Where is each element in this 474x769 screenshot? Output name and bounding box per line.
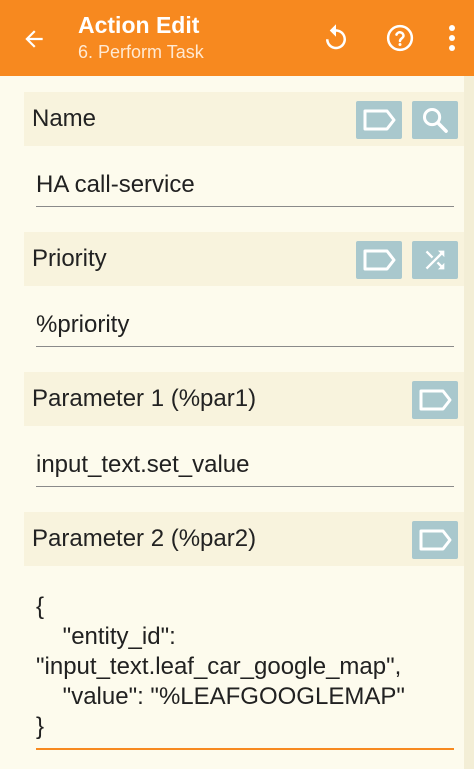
shuffle-icon bbox=[425, 250, 445, 270]
name-section-header: Name bbox=[24, 92, 464, 146]
parameter1-variable-button[interactable] bbox=[412, 381, 458, 419]
back-arrow-icon bbox=[25, 30, 43, 48]
parameter2-section-header: Parameter 2 (%par2) bbox=[24, 512, 464, 566]
priority-shuffle-button[interactable] bbox=[412, 241, 458, 279]
scroll-edge bbox=[464, 76, 474, 769]
parameter2-variable-button[interactable] bbox=[412, 521, 458, 559]
title-block: Action Edit 6. Perform Task bbox=[78, 10, 204, 64]
tag-icon bbox=[363, 109, 396, 131]
name-search-button[interactable] bbox=[412, 101, 458, 139]
app-bar: Action Edit 6. Perform Task bbox=[0, 0, 474, 76]
parameter1-label: Parameter 1 (%par1) bbox=[32, 385, 257, 412]
priority-section-header: Priority bbox=[24, 232, 464, 286]
help-icon bbox=[386, 24, 414, 52]
reset-button[interactable] bbox=[318, 20, 354, 56]
reset-icon bbox=[326, 24, 346, 50]
tag-icon bbox=[419, 529, 452, 551]
parameter1-input[interactable]: input_text.set_value bbox=[36, 450, 454, 487]
page-title: Action Edit bbox=[78, 12, 200, 38]
name-input[interactable]: HA call-service bbox=[36, 170, 454, 207]
priority-variable-button[interactable] bbox=[356, 241, 402, 279]
name-label: Name bbox=[32, 105, 97, 132]
help-button[interactable] bbox=[382, 20, 418, 56]
search-icon bbox=[422, 107, 448, 133]
more-vert-icon bbox=[449, 25, 455, 51]
priority-label: Priority bbox=[32, 245, 107, 272]
parameter2-label: Parameter 2 (%par2) bbox=[32, 525, 257, 552]
parameter1-section-header: Parameter 1 (%par1) bbox=[24, 372, 464, 426]
tag-icon bbox=[419, 389, 452, 411]
tag-icon bbox=[363, 249, 396, 271]
name-variable-button[interactable] bbox=[356, 101, 402, 139]
page-subtitle: 6. Perform Task bbox=[78, 42, 204, 62]
more-options-button[interactable] bbox=[438, 20, 466, 56]
parameter2-textarea[interactable]: { "entity_id": "input_text.leaf_car_goog… bbox=[36, 592, 454, 750]
back-button[interactable] bbox=[14, 20, 54, 58]
priority-input[interactable]: %priority bbox=[36, 310, 454, 347]
